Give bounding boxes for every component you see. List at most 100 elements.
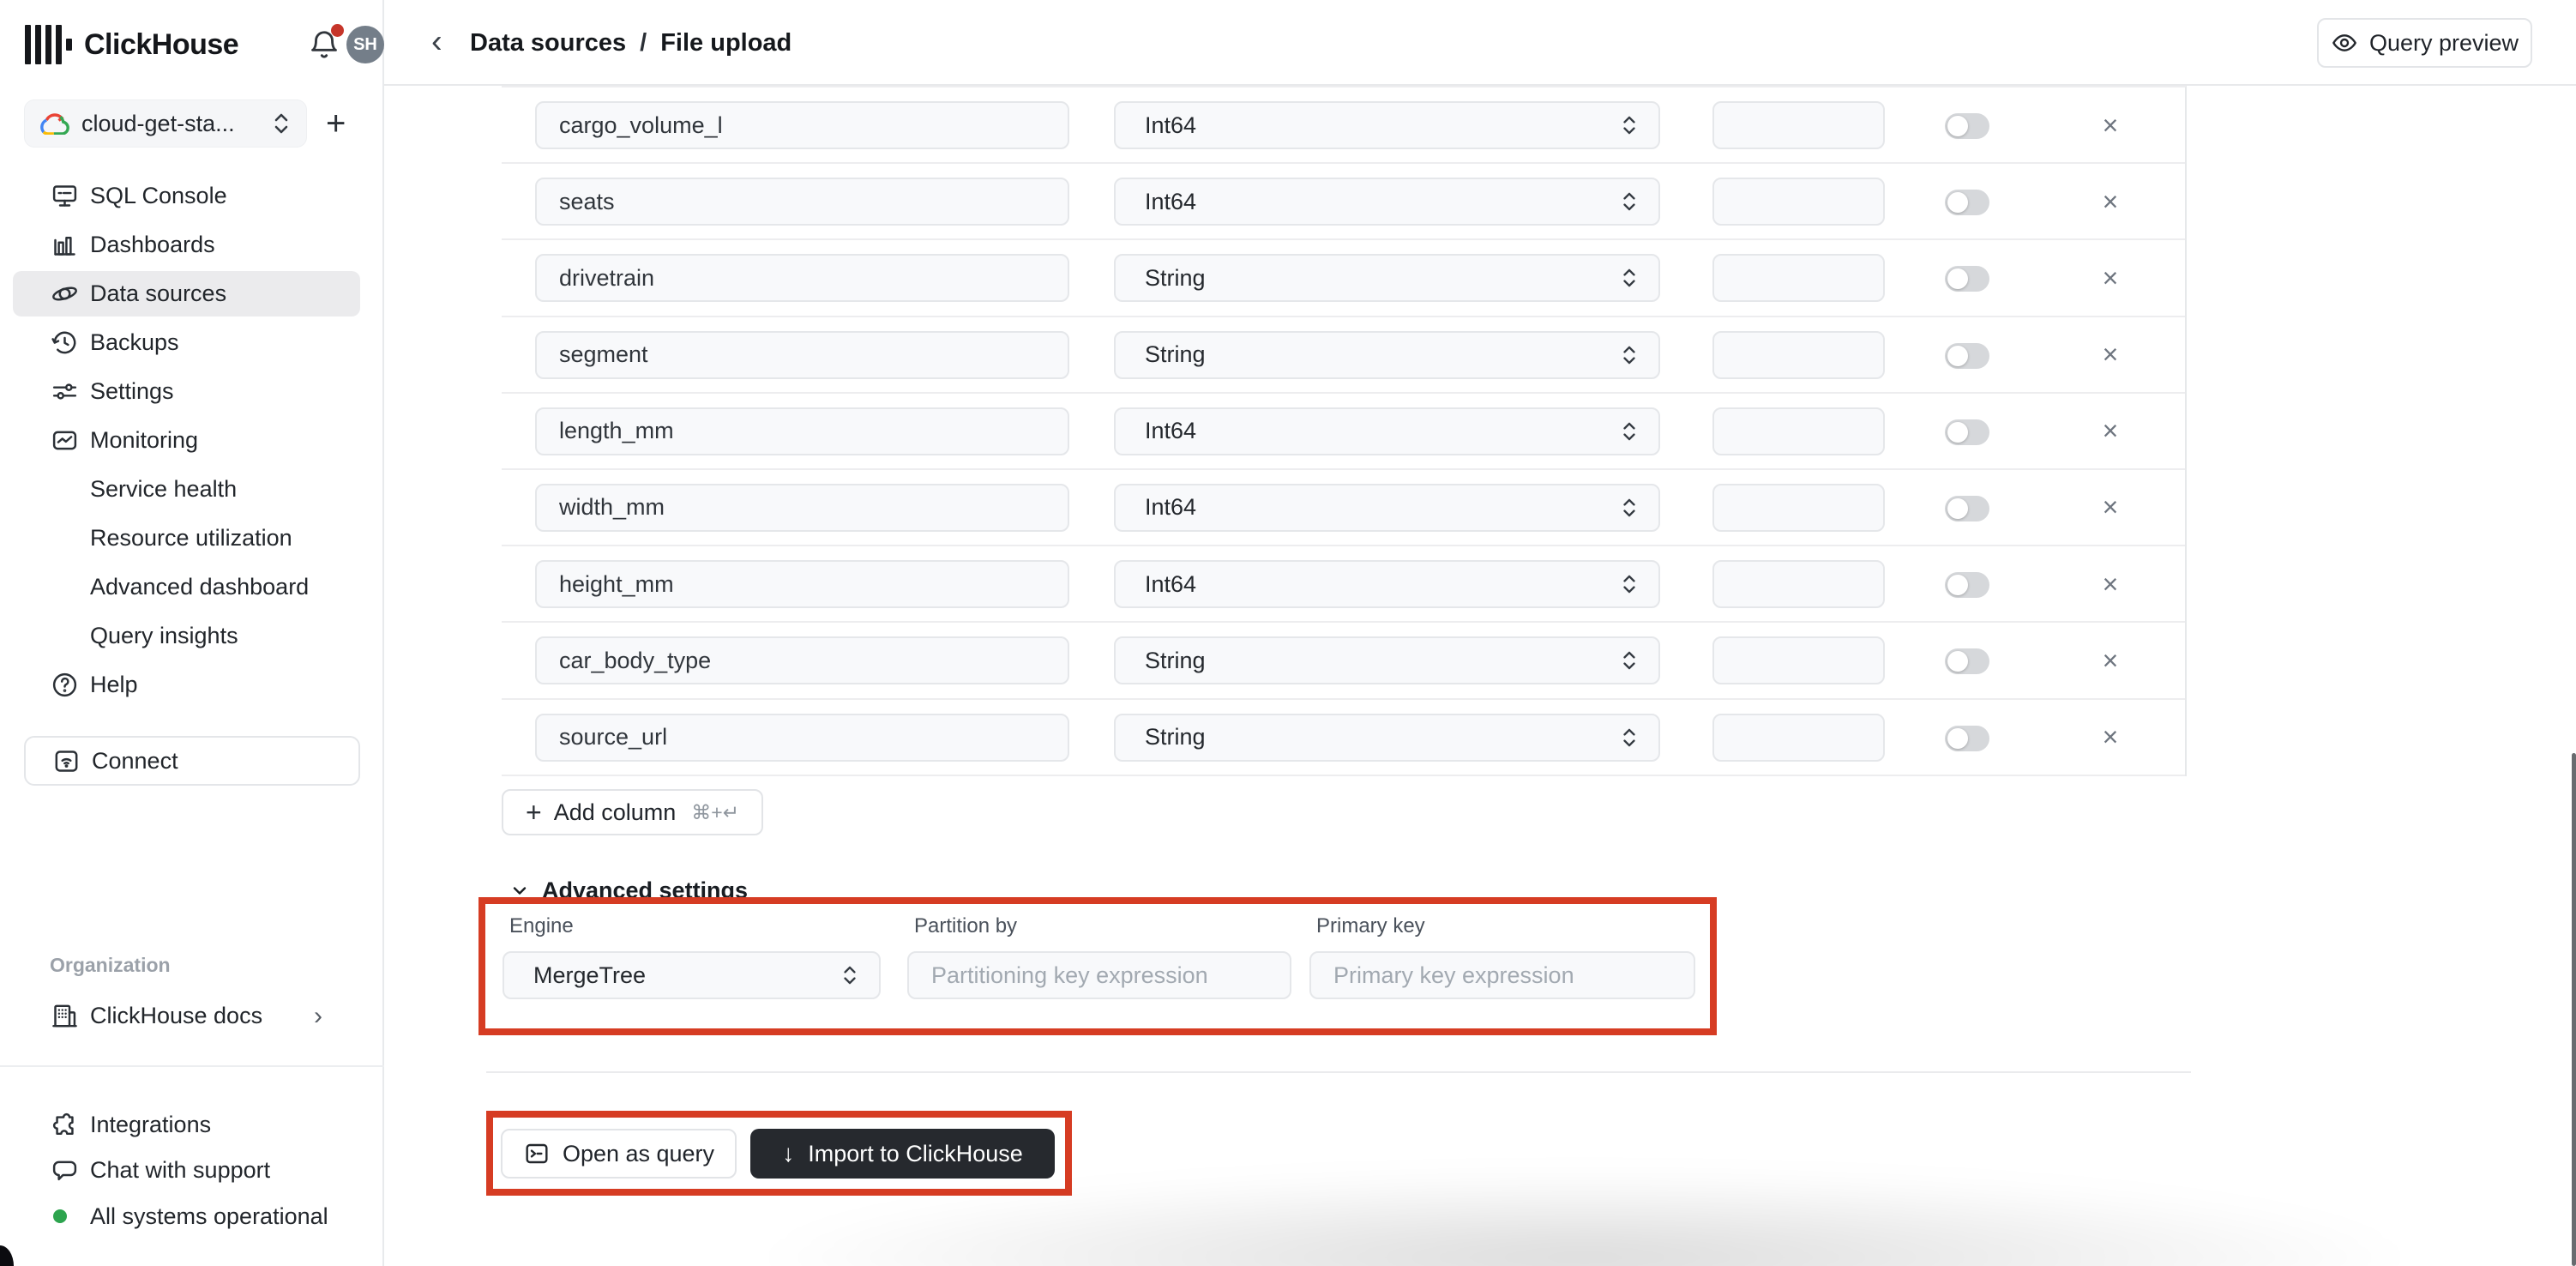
column-row: String × — [502, 700, 2185, 776]
engine-select[interactable]: MergeTree — [503, 951, 881, 999]
sidebar-item-advanced-dashboard[interactable]: Advanced dashboard — [0, 563, 384, 612]
back-button[interactable]: ‹ — [431, 24, 442, 61]
settings-sliders-icon — [50, 377, 79, 407]
column-name-input[interactable] — [535, 636, 1069, 684]
backups-icon — [50, 329, 79, 358]
primary-key-input[interactable] — [1309, 951, 1695, 999]
column-default-input[interactable] — [1712, 407, 1885, 455]
column-row: String × — [502, 623, 2185, 699]
column-type-select[interactable]: String — [1114, 714, 1660, 762]
column-default-input[interactable] — [1712, 331, 1885, 379]
column-name-input[interactable] — [535, 484, 1069, 532]
organization-section-label: Organization — [50, 954, 171, 977]
column-default-input[interactable] — [1712, 484, 1885, 532]
partition-by-input[interactable] — [907, 951, 1291, 999]
breadcrumb-data-sources[interactable]: Data sources — [470, 29, 626, 57]
sidebar-item-system-status[interactable]: All systems operational — [0, 1193, 384, 1239]
nullable-toggle[interactable] — [1945, 726, 1989, 751]
column-default-input[interactable] — [1712, 178, 1885, 226]
column-type-select[interactable]: Int64 — [1114, 178, 1660, 226]
column-default-input[interactable] — [1712, 560, 1885, 608]
chevron-updown-icon — [1621, 648, 1638, 672]
column-type-select[interactable]: Int64 — [1114, 484, 1660, 532]
chevron-updown-icon — [1621, 419, 1638, 443]
sidebar-item-monitoring[interactable]: Monitoring — [0, 416, 384, 465]
remove-column-button[interactable]: × — [2091, 183, 2129, 220]
column-default-input[interactable] — [1712, 714, 1885, 762]
plus-icon: + — [526, 797, 542, 829]
connect-button[interactable]: Connect — [24, 736, 360, 786]
column-default-input[interactable] — [1712, 101, 1885, 149]
column-name-input[interactable] — [535, 101, 1069, 149]
sidebar-divider — [0, 1065, 384, 1067]
column-name-input[interactable] — [535, 178, 1069, 226]
add-service-button[interactable]: + — [326, 106, 346, 141]
remove-column-button[interactable]: × — [2091, 413, 2129, 450]
sidebar-item-sql-console[interactable]: SQL Console — [0, 172, 384, 220]
column-name-input[interactable] — [535, 254, 1069, 302]
column-name-input[interactable] — [535, 714, 1069, 762]
nullable-toggle[interactable] — [1945, 496, 1989, 521]
open-as-query-button[interactable]: Open as query — [501, 1129, 737, 1179]
sidebar-item-service-health[interactable]: Service health — [0, 465, 384, 514]
chevron-updown-icon — [272, 111, 291, 136]
remove-column-button[interactable]: × — [2091, 106, 2129, 144]
nullable-toggle[interactable] — [1945, 190, 1989, 215]
column-row: String × — [502, 317, 2185, 394]
notifications-button[interactable] — [308, 27, 342, 62]
monitoring-icon — [50, 426, 79, 455]
advanced-settings-panel: Engine Partition by Primary key MergeTre… — [478, 897, 1717, 1035]
nullable-toggle[interactable] — [1945, 419, 1989, 445]
avatar[interactable]: SH — [346, 26, 384, 63]
column-type-select[interactable]: String — [1114, 254, 1660, 302]
clickhouse-logo-icon — [25, 24, 72, 65]
column-type-select[interactable]: Int64 — [1114, 560, 1660, 608]
column-default-input[interactable] — [1712, 636, 1885, 684]
sidebar-item-settings[interactable]: Settings — [0, 367, 384, 416]
primary-key-label: Primary key — [1316, 914, 1425, 938]
breadcrumb-separator: / — [640, 29, 647, 57]
sidebar-item-integrations[interactable]: Integrations — [0, 1101, 384, 1148]
nullable-toggle[interactable] — [1945, 266, 1989, 292]
nullable-toggle[interactable] — [1945, 572, 1989, 598]
column-default-input[interactable] — [1712, 254, 1885, 302]
service-selector[interactable]: cloud-get-sta... — [24, 99, 307, 148]
column-type-select[interactable]: String — [1114, 331, 1660, 379]
sidebar-item-backups[interactable]: Backups — [0, 318, 384, 367]
remove-column-button[interactable]: × — [2091, 489, 2129, 527]
chevron-updown-icon — [1621, 113, 1638, 137]
column-type-select[interactable]: Int64 — [1114, 101, 1660, 149]
remove-column-button[interactable]: × — [2091, 259, 2129, 297]
sidebar-item-help[interactable]: Help — [0, 660, 384, 709]
remove-column-button[interactable]: × — [2091, 336, 2129, 374]
logo-text: ClickHouse — [84, 28, 238, 62]
query-preview-button[interactable]: Query preview — [2317, 18, 2532, 68]
remove-column-button[interactable]: × — [2091, 565, 2129, 603]
column-type-select[interactable]: Int64 — [1114, 407, 1660, 455]
column-name-input[interactable] — [535, 407, 1069, 455]
vertical-scrollbar[interactable] — [2572, 753, 2576, 1266]
nullable-toggle[interactable] — [1945, 648, 1989, 674]
remove-column-button[interactable]: × — [2091, 719, 2129, 757]
remove-column-button[interactable]: × — [2091, 642, 2129, 679]
download-arrow-icon: ↓ — [782, 1140, 794, 1167]
connect-icon — [51, 746, 81, 775]
sidebar-item-data-sources[interactable]: Data sources — [0, 269, 384, 318]
sidebar-item-query-insights[interactable]: Query insights — [0, 612, 384, 660]
topbar: ‹ Data sources / File upload Query previ… — [384, 0, 2576, 86]
nullable-toggle[interactable] — [1945, 343, 1989, 369]
sidebar-item-chat-support[interactable]: Chat with support — [0, 1147, 384, 1193]
sidebar-item-resource-utilization[interactable]: Resource utilization — [0, 514, 384, 563]
partition-by-label: Partition by — [914, 914, 1017, 938]
column-name-input[interactable] — [535, 331, 1069, 379]
sql-console-icon — [50, 182, 79, 211]
sidebar-item-dashboards[interactable]: Dashboards — [0, 220, 384, 269]
column-name-input[interactable] — [535, 560, 1069, 608]
nullable-toggle[interactable] — [1945, 113, 1989, 139]
chat-bubble-icon — [50, 1155, 79, 1185]
add-column-button[interactable]: + Add column ⌘+↵ — [502, 789, 763, 835]
breadcrumb-file-upload[interactable]: File upload — [660, 29, 791, 57]
import-to-clickhouse-button[interactable]: ↓ Import to ClickHouse — [750, 1129, 1055, 1179]
sidebar-item-clickhouse-docs[interactable]: ClickHouse docs › — [0, 992, 384, 1040]
column-type-select[interactable]: String — [1114, 636, 1660, 684]
